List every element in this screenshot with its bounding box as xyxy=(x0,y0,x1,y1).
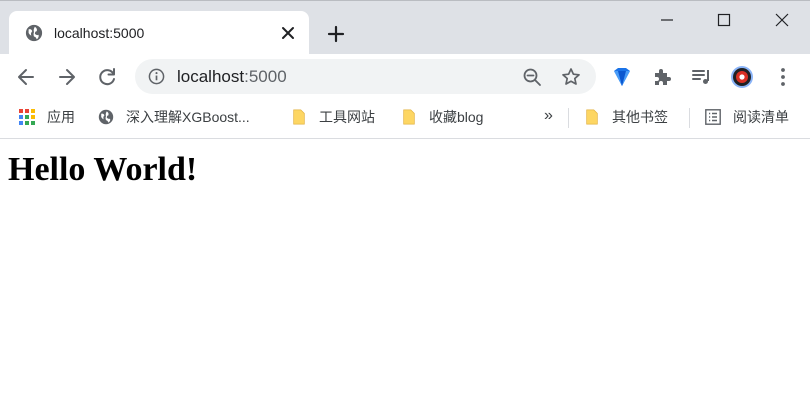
folder-icon xyxy=(403,109,415,125)
address-bar[interactable]: localhost:5000 xyxy=(135,59,596,94)
bookmark-other-folder[interactable]: 其他书签 xyxy=(584,100,668,134)
bookmarks-overflow-chevron[interactable]: » xyxy=(544,107,553,125)
bookmark-label: 阅读清单 xyxy=(733,109,789,125)
tab-strip: localhost:5000 xyxy=(0,0,810,55)
gem-extension-icon[interactable] xyxy=(610,65,634,89)
zoom-out-icon[interactable] xyxy=(522,67,542,87)
reading-list-icon xyxy=(705,109,721,125)
active-tab[interactable]: localhost:5000 xyxy=(9,11,309,55)
tab-title: localhost:5000 xyxy=(54,25,145,41)
page-content: Hello World! xyxy=(0,140,810,417)
bookmarks-divider xyxy=(689,108,690,128)
bookmark-label: 应用 xyxy=(47,109,75,125)
new-tab-plus-icon[interactable] xyxy=(326,24,346,44)
back-arrow-icon[interactable] xyxy=(14,65,38,89)
url-host: localhost xyxy=(177,67,245,86)
apps-grid-icon xyxy=(19,109,35,125)
globe-icon xyxy=(98,109,114,125)
window-close-icon[interactable] xyxy=(767,7,797,33)
star-bookmark-icon[interactable] xyxy=(561,67,581,87)
bookmark-label: 收藏blog xyxy=(429,109,484,125)
bookmark-label: 深入理解XGBoost... xyxy=(126,109,250,125)
profile-avatar-icon[interactable] xyxy=(730,65,754,89)
reading-list-button[interactable]: 阅读清单 xyxy=(705,100,789,134)
minimize-icon[interactable] xyxy=(652,7,682,33)
more-vertical-icon[interactable] xyxy=(771,65,795,89)
maximize-icon[interactable] xyxy=(709,7,739,33)
bookmarks-divider xyxy=(568,108,569,128)
media-playlist-icon[interactable] xyxy=(690,65,714,89)
url-text[interactable]: localhost:5000 xyxy=(177,67,287,87)
globe-icon xyxy=(25,24,43,42)
bookmark-folder-tools[interactable]: 工具网站 xyxy=(291,100,375,134)
bookmark-folder-blog[interactable]: 收藏blog xyxy=(401,100,483,134)
bookmark-xgboost[interactable]: 深入理解XGBoost... xyxy=(98,100,250,134)
bookmark-apps[interactable]: 应用 xyxy=(19,100,75,134)
tab-close-icon[interactable] xyxy=(279,24,297,42)
folder-icon xyxy=(586,109,598,125)
puzzle-extensions-icon[interactable] xyxy=(650,65,674,89)
bookmark-label: 其他书签 xyxy=(612,109,668,125)
forward-arrow-icon[interactable] xyxy=(55,65,79,89)
bookmark-label: 工具网站 xyxy=(319,109,375,125)
browser-toolbar: localhost:5000 xyxy=(0,54,810,100)
page-heading: Hello World! xyxy=(8,151,198,188)
url-port: :5000 xyxy=(244,67,287,86)
info-icon[interactable] xyxy=(148,68,165,85)
reload-icon[interactable] xyxy=(95,65,119,89)
folder-icon xyxy=(293,109,305,125)
bookmarks-bar: 应用 深入理解XGBoost... 工具网站 收藏blog » 其他书签 阅读清… xyxy=(0,100,810,139)
